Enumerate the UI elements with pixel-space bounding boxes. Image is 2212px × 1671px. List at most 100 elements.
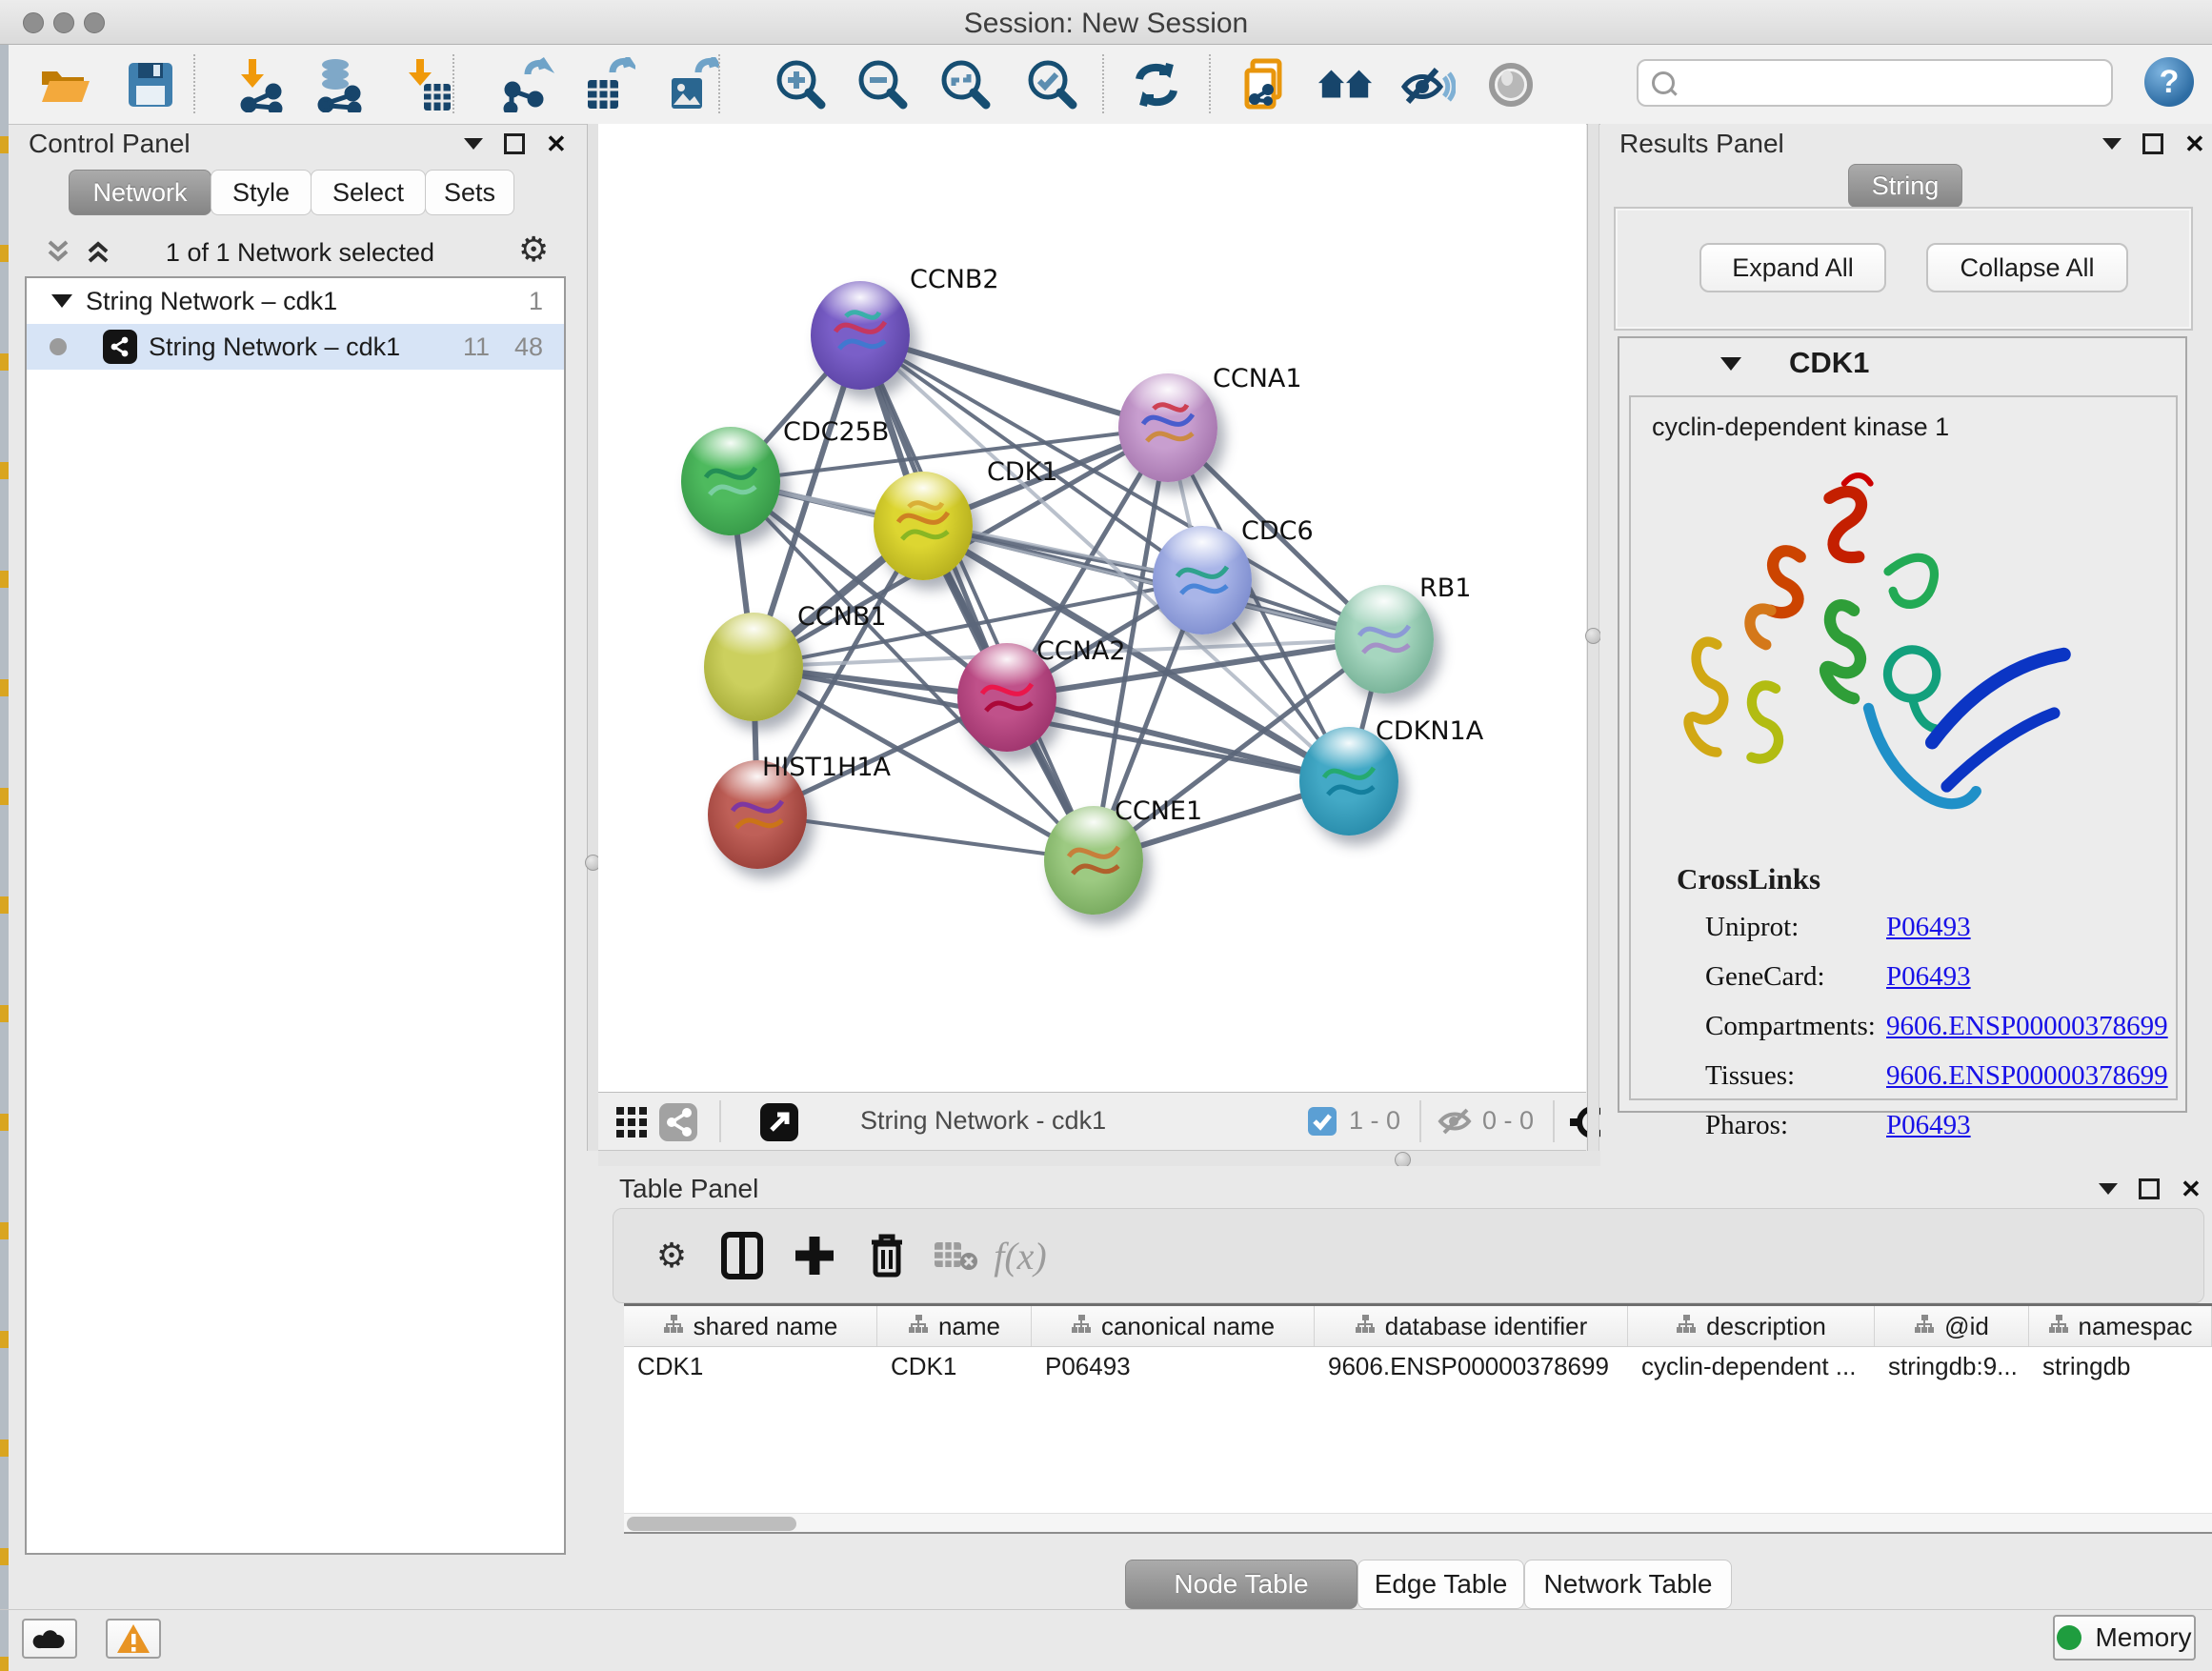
export-image-icon[interactable]	[663, 56, 720, 113]
delete-column-icon[interactable]	[857, 1226, 916, 1285]
save-session-icon[interactable]	[122, 56, 179, 113]
network-edge[interactable]	[757, 815, 1094, 860]
tab-style[interactable]: Style	[211, 170, 312, 215]
table-cell[interactable]: stringdb:9...	[1875, 1346, 2029, 1386]
close-panel-icon[interactable]	[2181, 1177, 2202, 1201]
panel-menu-icon[interactable]	[2102, 138, 2122, 150]
column-header-description[interactable]: description	[1628, 1306, 1875, 1346]
close-panel-icon[interactable]	[546, 131, 567, 156]
function-builder-icon[interactable]: f(x)	[991, 1226, 1050, 1285]
network-edge[interactable]	[860, 335, 1094, 860]
collapse-all-networks-icon[interactable]	[82, 236, 114, 272]
refresh-view-icon[interactable]	[1128, 56, 1185, 113]
column-header-canonical-name[interactable]: canonical name	[1032, 1306, 1315, 1346]
table-options-gear-icon[interactable]	[642, 1226, 701, 1285]
crosslink-row: Pharos:P06493	[1631, 1110, 2180, 1159]
tab-select[interactable]: Select	[311, 170, 426, 215]
expand-all-button[interactable]: Expand All	[1699, 243, 1886, 292]
network-collection-row[interactable]: String Network – cdk1 1	[27, 278, 564, 324]
node-table: shared namenamecanonical namedatabase id…	[624, 1303, 2212, 1534]
tab-node-table[interactable]: Node Table	[1125, 1560, 1357, 1609]
zoom-in-icon[interactable]	[773, 56, 830, 113]
import-network-database-icon[interactable]	[310, 56, 367, 113]
close-panel-icon[interactable]	[2184, 131, 2205, 156]
create-column-icon[interactable]	[785, 1226, 844, 1285]
table-cell[interactable]: CDK1	[624, 1346, 877, 1386]
export-network-icon[interactable]	[498, 56, 555, 113]
node-label-cdc25b: CDC25B	[783, 417, 889, 447]
grid-view-icon[interactable]	[615, 1106, 648, 1143]
table-cell[interactable]: stringdb	[2029, 1346, 2212, 1386]
first-neighbors-icon[interactable]	[1317, 56, 1374, 113]
network-node-ccnb2[interactable]	[811, 281, 910, 390]
column-type-icon	[1071, 1312, 1092, 1341]
import-network-file-icon[interactable]	[231, 56, 288, 113]
duplicate-network-icon[interactable]	[1238, 56, 1296, 113]
open-session-icon[interactable]	[36, 56, 93, 113]
open-in-window-icon[interactable]	[760, 1103, 798, 1146]
right-splitter-handle[interactable]	[1585, 628, 1601, 644]
crosslink-link[interactable]: 9606.ENSP00000378699	[1886, 1060, 2168, 1092]
network-canvas[interactable]: CCNB2CCNA1CDC25BCDK1CDC6RB1CCNB1CCNA2CDK…	[598, 124, 1586, 1092]
network-node-cdk1[interactable]	[874, 472, 973, 580]
node-label-ccnb2: CCNB2	[910, 265, 999, 294]
column-header-name[interactable]: name	[877, 1306, 1032, 1346]
column-header-database-identifier[interactable]: database identifier	[1315, 1306, 1628, 1346]
network-view-icon[interactable]	[659, 1103, 697, 1146]
float-panel-icon[interactable]	[2142, 133, 2163, 154]
cloud-status-button[interactable]	[22, 1619, 77, 1659]
tab-string-results[interactable]: String	[1848, 164, 1962, 208]
column-header--id[interactable]: @id	[1875, 1306, 2029, 1346]
table-cell[interactable]: P06493	[1032, 1346, 1315, 1386]
tab-network-table[interactable]: Network Table	[1524, 1560, 1732, 1609]
tab-edge-table[interactable]: Edge Table	[1357, 1560, 1524, 1609]
panel-menu-icon[interactable]	[2099, 1183, 2118, 1195]
table-hscrollbar[interactable]	[624, 1513, 2212, 1534]
protein-ribbon-thumbnail	[890, 493, 956, 559]
help-button[interactable]	[2144, 57, 2194, 107]
network-node-cdc6[interactable]	[1153, 526, 1252, 634]
export-table-icon[interactable]	[579, 56, 636, 113]
hidden-eye-icon[interactable]	[1437, 1106, 1475, 1141]
section-disclosure-icon[interactable]	[1720, 357, 1741, 371]
network-options-gear-icon[interactable]	[518, 232, 549, 267]
network-node-ccna1[interactable]	[1118, 373, 1217, 482]
crosslink-link[interactable]: 9606.ENSP00000378699	[1886, 1011, 2168, 1042]
column-type-icon	[663, 1312, 684, 1341]
search-input[interactable]	[1637, 59, 2113, 107]
delete-table-icon[interactable]	[926, 1226, 985, 1285]
table-cell[interactable]: 9606.ENSP00000378699	[1315, 1346, 1628, 1386]
zoom-selected-icon[interactable]	[1024, 56, 1081, 113]
float-panel-icon[interactable]	[2139, 1178, 2160, 1199]
column-header-shared-name[interactable]: shared name	[624, 1306, 877, 1346]
table-cell[interactable]: CDK1	[877, 1346, 1032, 1386]
crosslink-link[interactable]: P06493	[1886, 912, 1971, 943]
table-cell[interactable]: cyclin-dependent ...	[1628, 1346, 1875, 1386]
hide-selected-icon[interactable]	[1398, 56, 1456, 113]
show-all-icon[interactable]	[1482, 56, 1539, 113]
collection-disclosure-icon[interactable]	[51, 294, 72, 308]
network-node-ccnb1[interactable]	[704, 613, 803, 721]
panel-menu-icon[interactable]	[464, 138, 483, 150]
crosslink-link[interactable]: P06493	[1886, 961, 1971, 993]
network-node-cdc25b[interactable]	[681, 427, 780, 535]
network-row[interactable]: String Network – cdk1 11 48	[27, 324, 564, 370]
crosslink-link[interactable]: P06493	[1886, 1110, 1971, 1141]
warnings-status-button[interactable]	[106, 1619, 161, 1659]
zoom-out-icon[interactable]	[855, 56, 912, 113]
column-header-namespac[interactable]: namespac	[2029, 1306, 2212, 1346]
expand-all-networks-icon[interactable]	[42, 236, 74, 272]
selected-checkbox-icon[interactable]	[1308, 1107, 1337, 1140]
hscrollbar-thumb[interactable]	[627, 1517, 796, 1531]
show-columns-icon[interactable]	[713, 1226, 772, 1285]
table-panel: Table Panel f(x) shared namenamecanonica…	[598, 1166, 2212, 1609]
tab-network[interactable]: Network	[69, 170, 211, 215]
tab-sets[interactable]: Sets	[425, 170, 514, 215]
node-label-cdkn1a: CDKN1A	[1376, 716, 1483, 746]
import-table-file-icon[interactable]	[398, 56, 455, 113]
collapse-all-button[interactable]: Collapse All	[1926, 243, 2128, 292]
table-row[interactable]: CDK1CDK1P064939606.ENSP00000378699cyclin…	[624, 1346, 2212, 1386]
float-panel-icon[interactable]	[504, 133, 525, 154]
fit-content-icon[interactable]	[937, 56, 995, 113]
memory-status-button[interactable]: Memory	[2053, 1615, 2196, 1661]
